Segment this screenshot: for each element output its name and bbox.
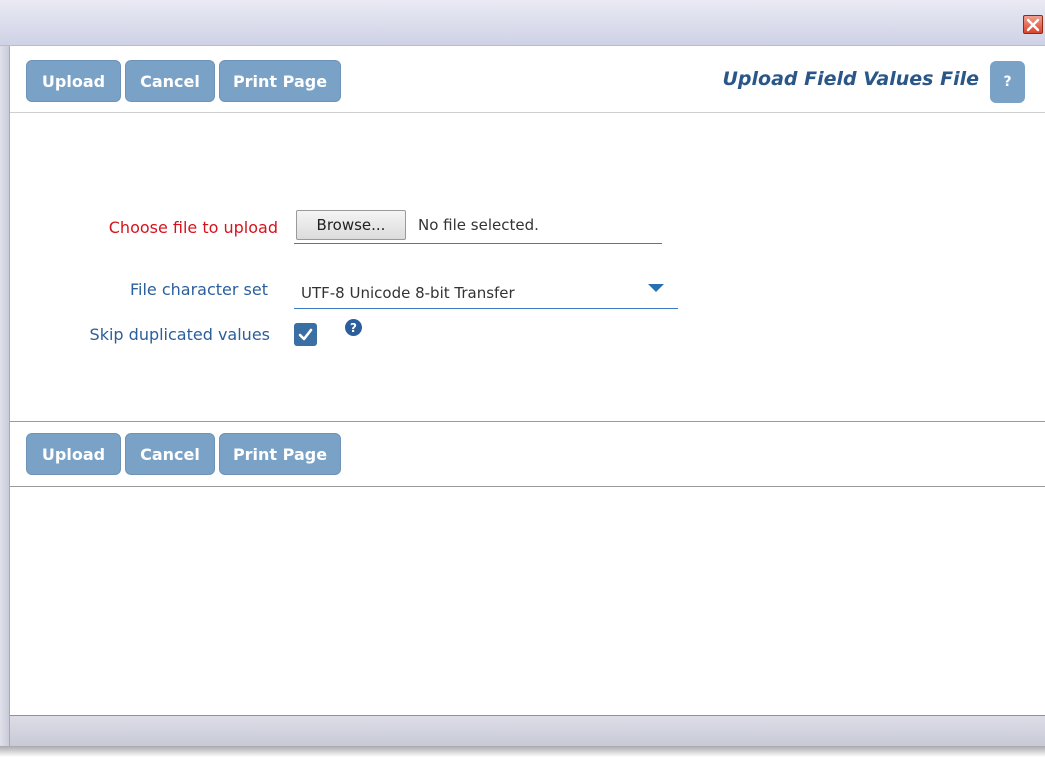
charset-select[interactable]: UTF-8 Unicode 8-bit Transfer [294,269,678,309]
cancel-button[interactable]: Cancel [125,60,215,102]
file-input[interactable]: Browse... No file selected. [294,207,662,244]
charset-selected-value: UTF-8 Unicode 8-bit Transfer [301,284,515,302]
window-frame-left [0,46,10,746]
upload-dialog: Upload Cancel Print Page Upload Field Va… [0,0,1045,757]
checkmark-icon [298,328,313,341]
cancel-button-bottom[interactable]: Cancel [125,433,215,475]
help-button[interactable]: ? [990,61,1025,103]
window-titlebar [0,0,1045,46]
charset-label: File character set [129,280,268,299]
print-page-button[interactable]: Print Page [219,60,341,102]
file-upload-label: Choose file to upload [108,218,278,237]
dialog-title: Upload Field Values File [722,68,979,90]
close-button[interactable] [1023,15,1043,34]
upload-button-bottom[interactable]: Upload [26,433,121,475]
skip-duplicates-label: Skip duplicated values [89,325,270,344]
help-info-icon[interactable]: ? [345,319,362,336]
print-page-button-bottom[interactable]: Print Page [219,433,341,475]
status-bar [10,715,1045,747]
close-icon [1026,18,1040,31]
upload-button[interactable]: Upload [26,60,121,102]
window-shadow [0,746,1045,757]
file-status-text: No file selected. [418,216,539,234]
bottom-toolbar: Upload Cancel Print Page [10,421,1045,487]
dropdown-arrow-icon [648,284,664,292]
top-toolbar: Upload Cancel Print Page Upload Field Va… [10,46,1045,113]
browse-button[interactable]: Browse... [296,210,406,240]
skip-duplicates-checkbox[interactable] [294,323,317,346]
